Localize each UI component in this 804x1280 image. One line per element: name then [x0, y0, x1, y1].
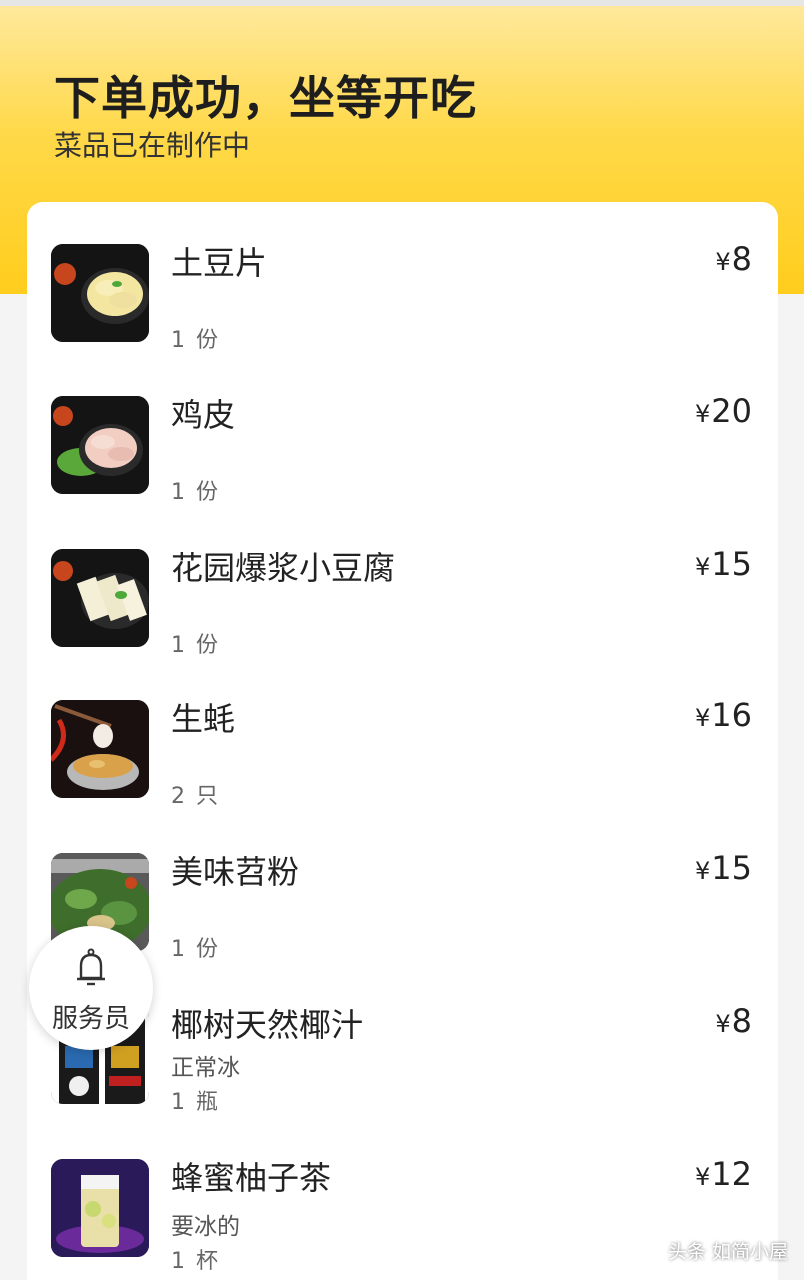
item-quantity: 1 瓶 [171, 1090, 220, 1115]
item-price-value: 20 [711, 392, 752, 430]
currency-symbol: ¥ [695, 704, 711, 732]
order-item[interactable]: 蜂蜜柚子茶 要冰的 1 杯 ¥12 [27, 1117, 778, 1274]
order-success-page: 下单成功，坐等开吃 菜品已在制作中 土豆片 1 份 ¥8 鸡皮 1 份 ¥20 … [0, 0, 804, 1280]
item-quantity: 1 杯 [171, 1249, 220, 1274]
currency-symbol: ¥ [695, 553, 711, 581]
bell-icon [77, 948, 105, 986]
item-price: ¥15 [695, 849, 752, 887]
order-item[interactable]: 鸡皮 1 份 ¥20 [27, 354, 778, 505]
order-item[interactable]: 美味苕粉 1 份 ¥15 [27, 811, 778, 962]
item-note: 要冰的 [171, 1214, 240, 1240]
item-name: 土豆片 [171, 244, 268, 282]
currency-symbol: ¥ [715, 1010, 731, 1038]
item-price: ¥8 [715, 240, 752, 278]
item-price-value: 15 [711, 545, 752, 583]
item-price-value: 15 [711, 849, 752, 887]
item-price: ¥16 [695, 696, 752, 734]
currency-symbol: ¥ [715, 248, 731, 276]
item-price: ¥15 [695, 545, 752, 583]
item-name: 生蚝 [171, 700, 236, 738]
page-subtitle: 菜品已在制作中 [54, 129, 251, 162]
item-price-value: 8 [731, 1002, 752, 1040]
currency-symbol: ¥ [695, 1163, 711, 1191]
chicken-skin-image [51, 396, 149, 494]
honey-citron-tea-image [51, 1159, 149, 1257]
currency-symbol: ¥ [695, 400, 711, 428]
watermark: 头条 如简小屋 [667, 1241, 788, 1263]
oyster-image [51, 700, 149, 798]
item-name: 花园爆浆小豆腐 [171, 549, 396, 587]
item-name: 椰树天然椰汁 [171, 1006, 364, 1044]
order-item[interactable]: 生蚝 2 只 ¥16 [27, 658, 778, 809]
item-quantity: 1 份 [171, 480, 220, 505]
currency-symbol: ¥ [695, 857, 711, 885]
item-price: ¥20 [695, 392, 752, 430]
item-price: ¥12 [695, 1155, 752, 1193]
item-name: 蜂蜜柚子茶 [171, 1159, 332, 1197]
order-item[interactable]: 土豆片 1 份 ¥8 [27, 202, 778, 353]
call-waiter-button[interactable]: 服务员 [29, 926, 153, 1050]
potato-slices-image [51, 244, 149, 342]
item-price-value: 16 [711, 696, 752, 734]
item-quantity: 1 份 [171, 937, 220, 962]
order-item[interactable]: 花园爆浆小豆腐 1 份 ¥15 [27, 507, 778, 658]
item-price: ¥8 [715, 1002, 752, 1040]
item-price-value: 8 [731, 240, 752, 278]
item-quantity: 2 只 [171, 784, 220, 809]
item-quantity: 1 份 [171, 328, 220, 353]
page-title: 下单成功，坐等开吃 [54, 71, 477, 125]
item-name: 美味苕粉 [171, 853, 300, 891]
item-price-value: 12 [711, 1155, 752, 1193]
item-name: 鸡皮 [171, 396, 236, 434]
order-items-card: 土豆片 1 份 ¥8 鸡皮 1 份 ¥20 花园爆浆小豆腐 1 份 ¥15 生蚝… [27, 202, 778, 1280]
tofu-image [51, 549, 149, 647]
item-note: 正常冰 [171, 1055, 240, 1081]
call-waiter-label: 服务员 [51, 1004, 130, 1034]
item-quantity: 1 份 [171, 633, 220, 658]
